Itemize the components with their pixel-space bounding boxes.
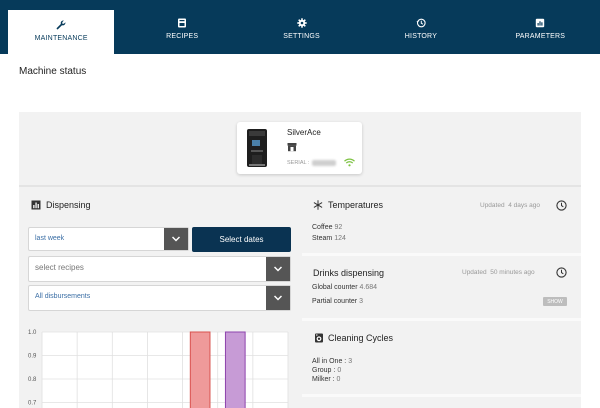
chart-icon <box>31 200 41 210</box>
plot-area <box>42 332 288 408</box>
serial-label: SERIAL : <box>287 160 310 166</box>
temperatures-updated: Updated 4 days ago <box>480 202 540 209</box>
recipes-select[interactable]: select recipes <box>28 256 291 282</box>
recipes-placeholder: select recipes <box>35 263 84 272</box>
group-value: 0 <box>337 367 342 374</box>
dispensing-chart: 1.0 0.9 0.8 0.7 <box>28 330 289 408</box>
tab-label: HISTORY <box>404 33 438 40</box>
top-nav: MAINTENANCE RECIPES SETTINGS HISTORY PAR… <box>0 0 600 54</box>
group-label: Group : <box>312 367 336 374</box>
period-value: last week <box>35 235 65 242</box>
tab-parameters[interactable]: PARAMETERS <box>481 0 600 54</box>
y-tick-label: 0.7 <box>28 401 37 407</box>
serial-value-blurred <box>312 160 336 166</box>
clock-icon[interactable] <box>556 200 567 211</box>
chevron-down-icon <box>164 228 188 250</box>
page-title: Machine status <box>19 66 87 77</box>
washing-machine-icon <box>315 333 323 343</box>
tab-recipes[interactable]: RECIPES <box>122 0 241 54</box>
machine-card[interactable]: SilverAce SERIAL : <box>237 122 362 174</box>
updated-value: 50 minutes ago <box>490 269 535 276</box>
updated-value: 4 days ago <box>508 202 541 209</box>
machine-image <box>247 129 267 167</box>
global-label: Global counter <box>312 284 358 291</box>
tab-label: PARAMETERS <box>515 33 566 40</box>
group-cycles: Group : 0 <box>312 367 341 374</box>
temperatures-title: Temperatures <box>328 200 384 210</box>
tab-label: MAINTENANCE <box>34 35 88 42</box>
tab-label: RECIPES <box>166 33 199 40</box>
global-counter: Global counter 4.684 <box>312 284 377 291</box>
y-tick-label: 0.8 <box>28 377 37 383</box>
wrench-icon <box>56 20 66 30</box>
chevron-down-icon <box>266 257 290 281</box>
machine-name: SilverAce <box>287 128 321 137</box>
next-card <box>302 397 581 408</box>
partial-label: Partial counter <box>312 298 358 305</box>
drinks-title: Drinks dispensing <box>313 268 385 278</box>
chart-bar[interactable] <box>224 331 246 408</box>
snowflake-icon <box>313 200 323 210</box>
wifi-icon <box>344 158 355 167</box>
partial-value: 3 <box>359 298 363 305</box>
parameters-icon <box>536 18 545 28</box>
all-in-one-label: All in One : <box>312 358 347 365</box>
partial-counter: Partial counter 3 <box>312 298 363 305</box>
milker-label: Milker : <box>312 376 335 383</box>
coffee-machine-icon <box>178 18 187 28</box>
y-tick-label: 1.0 <box>28 330 37 336</box>
dispensing-title: Dispensing <box>46 200 91 210</box>
history-icon <box>416 18 426 28</box>
gear-icon <box>296 18 307 28</box>
steam-temp: Steam 124 <box>312 235 346 242</box>
steam-label: Steam <box>312 235 333 242</box>
milker-value: 0 <box>336 376 341 383</box>
disbursements-value: All disbursements <box>35 293 91 300</box>
coffee-label: Coffee <box>312 224 333 231</box>
store-icon <box>287 143 297 152</box>
updated-label: Updated <box>480 202 505 209</box>
period-select[interactable]: last week <box>28 227 189 251</box>
coffee-temp: Coffee 92 <box>312 224 342 231</box>
clock-icon[interactable] <box>556 267 567 278</box>
all-in-one-value: 3 <box>348 358 353 365</box>
tab-maintenance[interactable]: MAINTENANCE <box>8 10 115 54</box>
chevron-down-icon <box>266 286 290 310</box>
updated-label: Updated <box>462 269 487 276</box>
select-dates-button[interactable]: Select dates <box>192 227 291 252</box>
global-value: 4.684 <box>359 284 378 291</box>
disbursements-select[interactable]: All disbursements <box>28 285 291 311</box>
tab-label: SETTINGS <box>283 33 320 40</box>
steam-value: 124 <box>334 235 346 242</box>
tab-history[interactable]: HISTORY <box>361 0 480 54</box>
y-tick-label: 0.9 <box>28 354 37 360</box>
all-in-one-cycles: All in One : 3 <box>312 358 352 365</box>
chart-bar[interactable] <box>189 331 211 408</box>
drinks-updated: Updated 50 minutes ago <box>462 269 535 276</box>
temperatures-card <box>302 187 581 253</box>
milker-cycles: Milker : 0 <box>312 376 340 383</box>
cleaning-title: Cleaning Cycles <box>328 333 394 343</box>
show-button[interactable]: SHOW <box>543 297 567 306</box>
coffee-value: 92 <box>334 224 343 231</box>
tab-settings[interactable]: SETTINGS <box>242 0 361 54</box>
